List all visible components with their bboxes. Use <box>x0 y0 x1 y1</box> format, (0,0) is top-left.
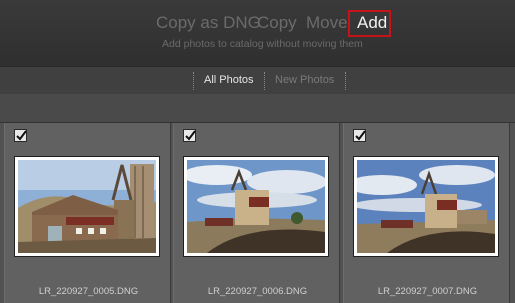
checkmark-icon <box>355 130 366 141</box>
include-checkbox[interactable] <box>183 129 196 142</box>
photo-thumbnail[interactable] <box>353 156 499 257</box>
include-checkbox[interactable] <box>353 129 366 142</box>
copy-button[interactable]: Copy <box>257 13 297 33</box>
mode-description: Add photos to catalog without moving the… <box>162 38 363 50</box>
include-checkbox[interactable] <box>14 129 27 142</box>
photo-thumbnail[interactable] <box>14 156 160 257</box>
checkmark-icon <box>185 130 196 141</box>
tab-divider <box>193 72 194 90</box>
import-mode-bar: Copy as DNG Copy Move Add Add photos to … <box>0 0 515 66</box>
toolbar-strip <box>0 94 515 123</box>
add-highlight-box <box>348 10 391 37</box>
photo-filename: LR_220927_0007.DNG <box>377 286 478 297</box>
photo-cell[interactable]: LR_220927_0005.DNG <box>4 123 171 303</box>
tab-divider <box>345 72 346 90</box>
tab-new-photos[interactable]: New Photos <box>275 74 334 86</box>
photo-cell[interactable]: LR_220927_0006.DNG <box>173 123 340 303</box>
checkmark-icon <box>16 130 27 141</box>
tab-all-photos[interactable]: All Photos <box>204 74 254 86</box>
move-button[interactable]: Move <box>306 13 348 33</box>
mine-headframe-image <box>187 160 325 253</box>
mine-headframe-image <box>357 160 495 253</box>
photo-cell[interactable]: LR_220927_0007.DNG <box>343 123 510 303</box>
photo-filename: LR_220927_0006.DNG <box>207 286 308 297</box>
copy-as-dng-button[interactable]: Copy as DNG <box>156 13 261 33</box>
tab-divider <box>264 72 265 90</box>
photo-grid: LR_220927_0005.DNG LR_220927_0006.DNG LR… <box>0 123 515 303</box>
photo-thumbnail[interactable] <box>183 156 329 257</box>
filter-tab-bar: All Photos New Photos <box>0 66 515 95</box>
import-mode-row: Copy as DNG Copy Move Add <box>0 13 515 39</box>
mine-building-image <box>18 160 156 253</box>
photo-filename: LR_220927_0005.DNG <box>38 286 139 297</box>
